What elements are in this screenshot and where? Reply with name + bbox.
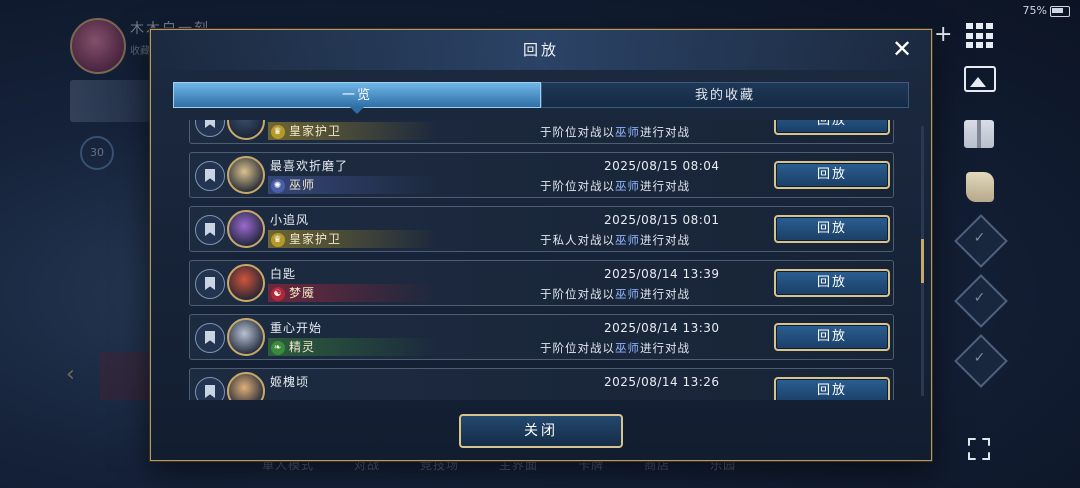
- replay-description: 于阶位对战以巫师进行对战: [540, 286, 690, 302]
- desc-class: 巫师: [615, 287, 640, 301]
- opponent-avatar: [227, 318, 265, 356]
- replay-description: 于阶位对战以巫师进行对战: [540, 124, 690, 140]
- opponent-name: 最喜欢折磨了: [270, 159, 349, 173]
- close-button[interactable]: 关闭: [459, 414, 623, 448]
- desc-class: 巫师: [615, 233, 640, 247]
- class-label: 皇家护卫: [289, 232, 342, 246]
- desc-class: 巫师: [615, 341, 640, 355]
- opponent-avatar: [227, 120, 265, 140]
- desc-suffix: 进行对战: [640, 233, 690, 247]
- player-level-badge: 30: [80, 136, 114, 170]
- bookmark-icon[interactable]: [195, 215, 225, 245]
- class-label: 巫师: [289, 178, 316, 192]
- scroll-icon[interactable]: [966, 172, 994, 202]
- replay-timestamp: 2025/08/15 08:04: [604, 159, 720, 173]
- opponent-avatar: [227, 210, 265, 248]
- player-sub-label: 收藏: [130, 46, 150, 57]
- class-tag: ♛ 皇家护卫: [268, 122, 438, 140]
- desc-suffix: 进行对战: [640, 287, 690, 301]
- status-bar: 75%: [1023, 4, 1070, 17]
- fullscreen-icon[interactable]: [968, 438, 990, 460]
- replay-row: 姬槐顷 2025/08/14 13:26 回放: [189, 368, 894, 400]
- replay-row: 小追风 ♛ 皇家护卫 2025/08/15 08:01 于私人对战以巫师进行对战 回放: [189, 206, 894, 252]
- gift-icon[interactable]: [964, 120, 994, 148]
- opponent-avatar: [227, 156, 265, 194]
- class-label: 精灵: [289, 340, 316, 354]
- tab-my-favorites[interactable]: 我的收藏: [541, 82, 909, 108]
- opponent-name: 姬槐顷: [270, 375, 310, 389]
- replay-description: 于阶位对战以巫师进行对战: [540, 178, 690, 194]
- grid-menu-icon[interactable]: [966, 23, 994, 49]
- class-label: 皇家护卫: [289, 124, 342, 138]
- desc-suffix: 进行对战: [640, 125, 690, 139]
- replay-timestamp: 2025/08/15 08:01: [604, 213, 720, 227]
- opponent-name: 小追风: [270, 213, 310, 227]
- desc-prefix: 于私人对战以: [540, 233, 615, 247]
- class-tag: ♛ 皇家护卫: [268, 230, 438, 248]
- replay-button[interactable]: 回放: [774, 323, 890, 351]
- replay-timestamp: 2025/08/14 13:26: [604, 375, 720, 389]
- replay-row: ♛ 皇家护卫 于阶位对战以巫师进行对战 回放: [189, 120, 894, 144]
- replay-row: 白匙 ☯ 梦魇 2025/08/14 13:39 于阶位对战以巫师进行对战 回放: [189, 260, 894, 306]
- opponent-avatar: [227, 372, 265, 400]
- replay-list[interactable]: ♛ 皇家护卫 于阶位对战以巫师进行对战 回放 最喜欢折磨了 ✺ 巫师 2025/08/15 0…: [189, 120, 899, 400]
- desc-prefix: 于阶位对战以: [540, 341, 615, 355]
- desc-suffix: 进行对战: [640, 341, 690, 355]
- desc-prefix: 于阶位对战以: [540, 125, 615, 139]
- replay-button[interactable]: 回放: [774, 120, 890, 135]
- replay-dialog: 回放 ✕ 一览 我的收藏 ♛ 皇家护卫 于阶位对战以巫师进行对战 回放 最喜欢折磨了 ✺ 巫…: [150, 29, 932, 461]
- opponent-name: 白匙: [270, 267, 297, 281]
- leaf-icon: ❧: [271, 340, 285, 355]
- replay-button[interactable]: 回放: [774, 215, 890, 243]
- battery-icon: [1050, 5, 1070, 17]
- crown-icon: ♛: [271, 232, 285, 247]
- replay-button[interactable]: 回放: [774, 161, 890, 189]
- bookmark-icon[interactable]: [195, 377, 225, 400]
- desc-prefix: 于阶位对战以: [540, 287, 615, 301]
- opponent-avatar: [227, 264, 265, 302]
- replay-timestamp: 2025/08/14 13:30: [604, 321, 720, 335]
- bookmark-icon[interactable]: [195, 323, 225, 353]
- event-banner[interactable]: [100, 352, 148, 400]
- replay-description: 于私人对战以巫师进行对战: [540, 232, 690, 248]
- desc-suffix: 进行对战: [640, 179, 690, 193]
- bookmark-icon[interactable]: [195, 120, 225, 137]
- nightmare-icon: ☯: [271, 286, 285, 301]
- crown-icon: ♛: [271, 124, 285, 139]
- replay-button[interactable]: 回放: [774, 377, 890, 400]
- replay-row: 最喜欢折磨了 ✺ 巫师 2025/08/15 08:04 于阶位对战以巫师进行对战 回放: [189, 152, 894, 198]
- check-diamond-icon[interactable]: ✓: [954, 334, 1008, 388]
- bookmark-icon[interactable]: [195, 161, 225, 191]
- chevron-left-icon[interactable]: ‹: [66, 362, 75, 387]
- list-scrollbar[interactable]: [921, 126, 924, 396]
- class-tag: ☯ 梦魇: [268, 284, 438, 302]
- close-icon[interactable]: ✕: [889, 36, 915, 62]
- tab-overview[interactable]: 一览: [173, 82, 541, 114]
- class-label: 梦魇: [289, 286, 316, 300]
- desc-prefix: 于阶位对战以: [540, 179, 615, 193]
- desc-class: 巫师: [615, 179, 640, 193]
- bookmark-icon[interactable]: [195, 269, 225, 299]
- opponent-name: 重心开始: [270, 321, 323, 335]
- replay-description: 于阶位对战以巫师进行对战: [540, 340, 690, 356]
- replay-row: 重心开始 ❧ 精灵 2025/08/14 13:30 于阶位对战以巫师进行对战 回放: [189, 314, 894, 360]
- battery-level: 75%: [1022, 4, 1047, 17]
- dialog-title: 回放: [151, 30, 931, 70]
- replay-button[interactable]: 回放: [774, 269, 890, 297]
- gallery-icon[interactable]: [964, 66, 996, 92]
- class-tag: ✺ 巫师: [268, 176, 438, 194]
- player-avatar[interactable]: [70, 18, 126, 74]
- class-tag: ❧ 精灵: [268, 338, 438, 356]
- swirl-icon: ✺: [271, 178, 285, 193]
- background-card-banner[interactable]: [70, 80, 150, 122]
- check-diamond-icon[interactable]: ✓: [954, 274, 1008, 328]
- desc-class: 巫师: [615, 125, 640, 139]
- plus-icon[interactable]: +: [934, 24, 952, 46]
- check-diamond-icon[interactable]: ✓: [954, 214, 1008, 268]
- replay-timestamp: 2025/08/14 13:39: [604, 267, 720, 281]
- scrollbar-thumb[interactable]: [921, 239, 924, 283]
- replay-tabs: 一览 我的收藏: [173, 82, 909, 114]
